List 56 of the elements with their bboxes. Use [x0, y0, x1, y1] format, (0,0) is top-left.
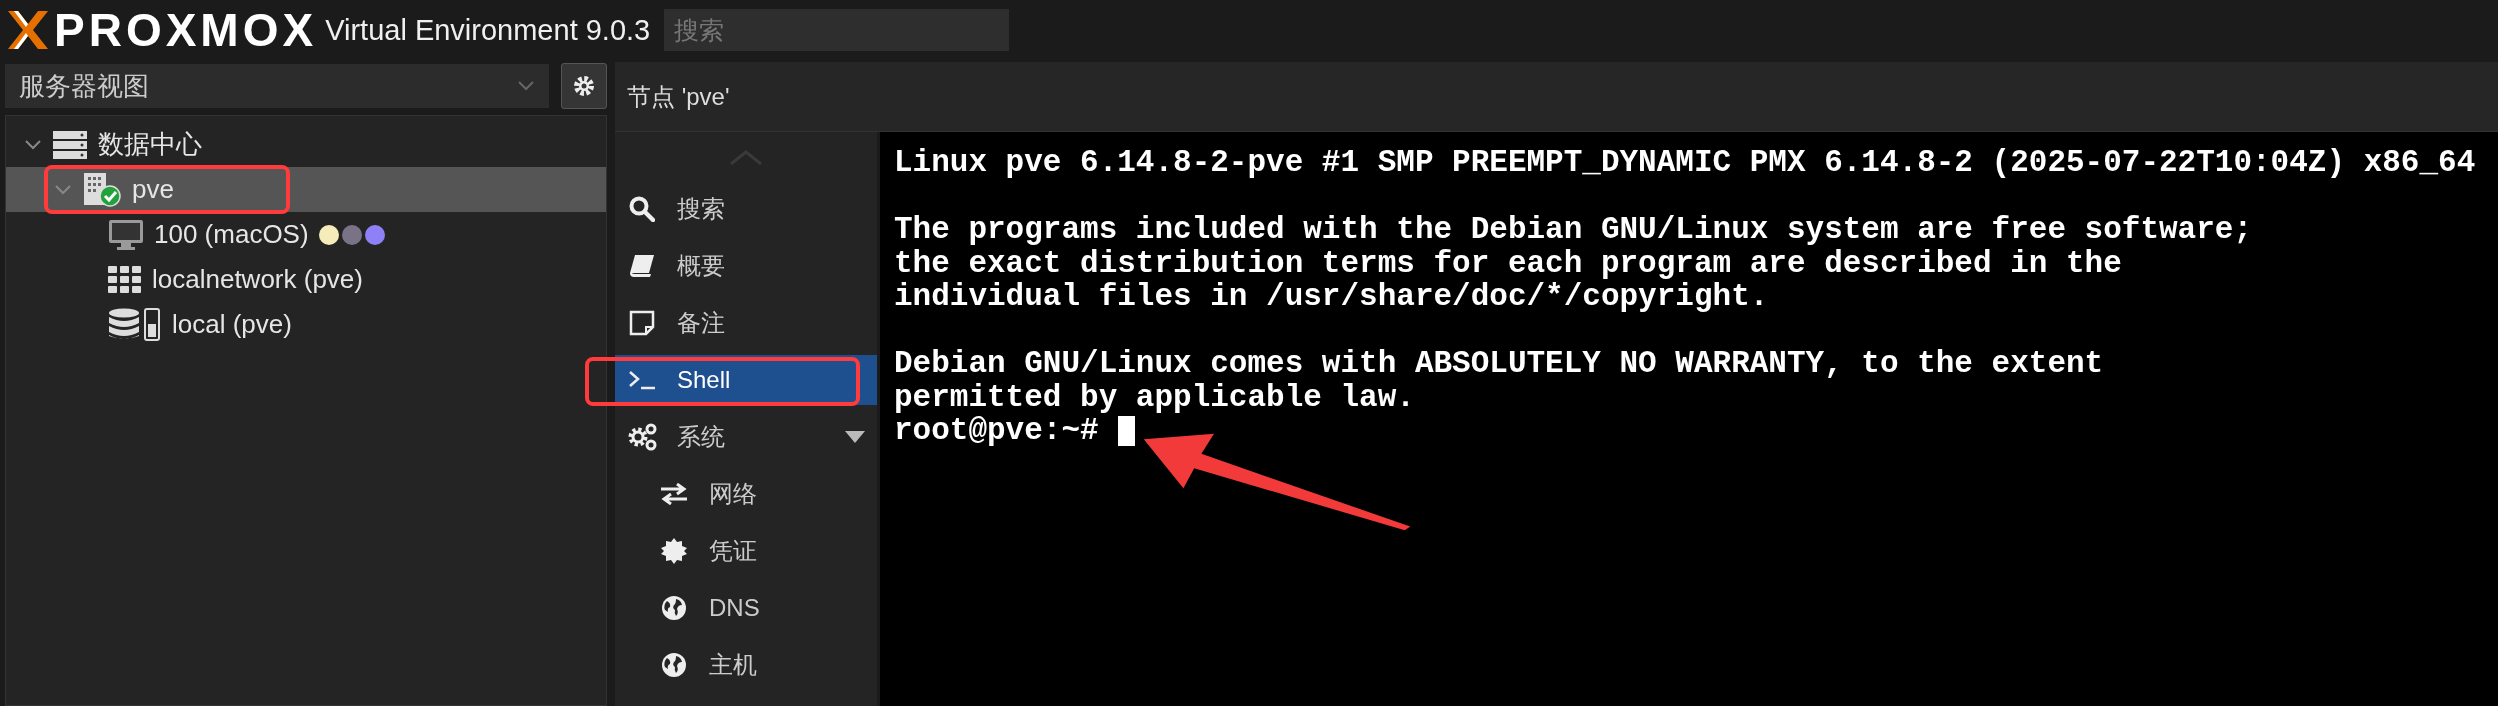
book-icon: [629, 253, 655, 279]
tree-item-label: 100 (macOS): [154, 219, 309, 250]
terminal-line: The programs included with the Debian GNU/Linux system are free software;: [894, 213, 2253, 247]
terminal[interactable]: [880, 132, 2498, 706]
menu-item[interactable]: 备注: [615, 298, 877, 348]
tree-item[interactable]: localnetwork (pve): [6, 257, 606, 302]
terminal-line: Debian GNU/Linux comes with ABSOLUTELY NO WARRANTY, to the extent: [894, 347, 2104, 381]
terminal-line: individual files in /usr/share/doc/*/copyright.: [894, 280, 1769, 314]
monitor-icon: [108, 218, 144, 251]
tree-item-label: 数据中心: [98, 128, 202, 161]
menu-item[interactable]: 系统: [615, 412, 877, 462]
search-icon: [629, 196, 655, 222]
tree-item-label: local (pve): [172, 309, 292, 340]
menu-item[interactable]: DNS: [615, 583, 877, 633]
menu-item[interactable]: 主机: [615, 640, 877, 690]
menu-item[interactable]: 搜索: [615, 184, 877, 234]
terminal-line: Linux pve 6.14.8-2-pve #1 SMP PREEMPT_DYNAMIC PMX 6.14.8-2 (2025-07-22T10:04Z) x86_64: [894, 146, 2476, 180]
tree-item[interactable]: local (pve): [6, 302, 606, 347]
menu-item[interactable]: 凭证: [615, 526, 877, 576]
gears-icon: [627, 423, 657, 451]
tree-item[interactable]: 数据中心: [6, 122, 606, 167]
globe-icon: [661, 595, 687, 621]
menu-item-label: 搜索: [677, 194, 725, 224]
logo-mark-icon: [6, 9, 50, 51]
chevron-down-icon: [517, 80, 535, 92]
tree-item[interactable]: 100 (macOS): [6, 212, 606, 257]
menu-item-label: 备注: [677, 308, 725, 338]
shell-prompt: root@pve:~#: [894, 414, 1099, 448]
database-icon: [108, 307, 162, 342]
menu-item-label: 主机: [709, 650, 757, 680]
search-field[interactable]: 搜索: [664, 9, 1010, 51]
menu-item-label: 凭证: [709, 536, 757, 566]
terminal-line: the exact distribution terms for each program are described in the: [894, 246, 2122, 280]
settings-icon: [572, 74, 596, 98]
globe-icon: [661, 652, 687, 678]
server-rack-icon: [52, 129, 88, 160]
product-version: Virtual Environment 9.0.3: [325, 13, 651, 47]
menu-item-label: 系统: [677, 422, 725, 452]
grid-icon: [108, 265, 142, 294]
logo-text: PROXMOX: [54, 3, 318, 57]
tree-item-label: pve: [132, 174, 174, 205]
menu-item-label: 概要: [677, 251, 725, 281]
menu-item-label: DNS: [709, 594, 760, 622]
menu-item[interactable]: 网络: [615, 469, 877, 519]
menu-item[interactable]: 概要: [615, 241, 877, 291]
settings-button[interactable]: [561, 63, 607, 109]
menu-item-label: Shell: [677, 366, 731, 394]
view-dropdown[interactable]: 服务器视图: [5, 64, 549, 108]
menu-item-label: 网络: [709, 479, 757, 509]
tree-item-label: localnetwork (pve): [152, 264, 363, 295]
badge-icon: [661, 538, 687, 564]
terminal-line: permitted by applicable law.: [894, 380, 1415, 414]
swap-arrows-icon: [659, 483, 689, 505]
terminal-icon: [628, 369, 656, 391]
note-icon: [629, 310, 655, 336]
tree-item[interactable]: pve: [6, 167, 606, 212]
